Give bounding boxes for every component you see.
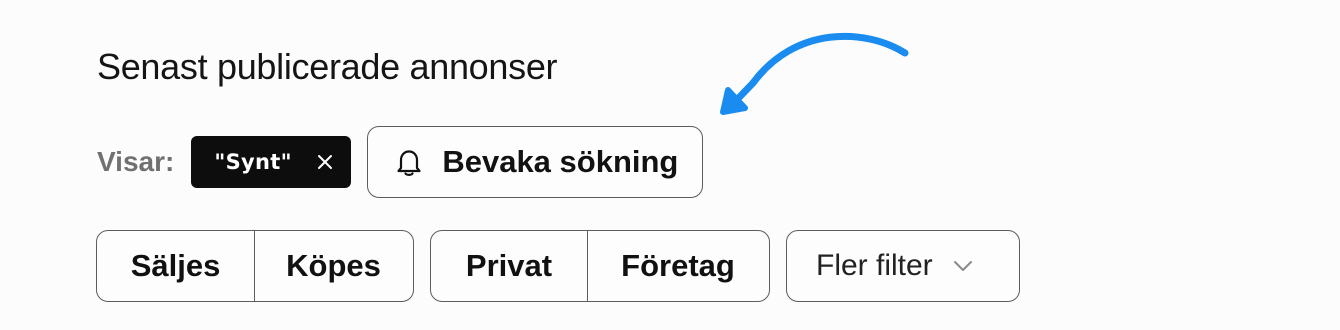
search-term-chip[interactable]: "Synt" <box>191 136 352 188</box>
more-filters-dropdown[interactable]: Fler filter <box>786 230 1020 302</box>
filter-company[interactable]: Företag <box>587 231 768 301</box>
ad-type-toggle: Säljes Köpes <box>96 230 414 302</box>
curved-arrow-icon <box>720 32 909 115</box>
watch-search-label: Bevaka sökning <box>442 144 679 179</box>
active-filters-row: Visar: "Synt" Bevaka sökning <box>97 126 704 198</box>
filter-private[interactable]: Privat <box>431 231 587 301</box>
filter-for-sale[interactable]: Säljes <box>97 231 254 301</box>
more-filters-label: Fler filter <box>816 249 933 282</box>
page-title: Senast publicerade annonser <box>97 46 558 87</box>
seller-type-toggle: Privat Företag <box>430 230 770 302</box>
showing-label: Visar: <box>97 146 175 177</box>
search-results-header: Senast publicerade annonser Visar: "Synt… <box>0 0 1340 330</box>
close-icon[interactable] <box>316 153 334 171</box>
filter-wanted[interactable]: Köpes <box>254 231 412 301</box>
search-term-text: "Synt" <box>214 150 292 174</box>
watch-search-button[interactable]: Bevaka sökning <box>367 126 704 198</box>
bell-icon <box>397 150 421 176</box>
chevron-down-icon <box>953 261 972 271</box>
